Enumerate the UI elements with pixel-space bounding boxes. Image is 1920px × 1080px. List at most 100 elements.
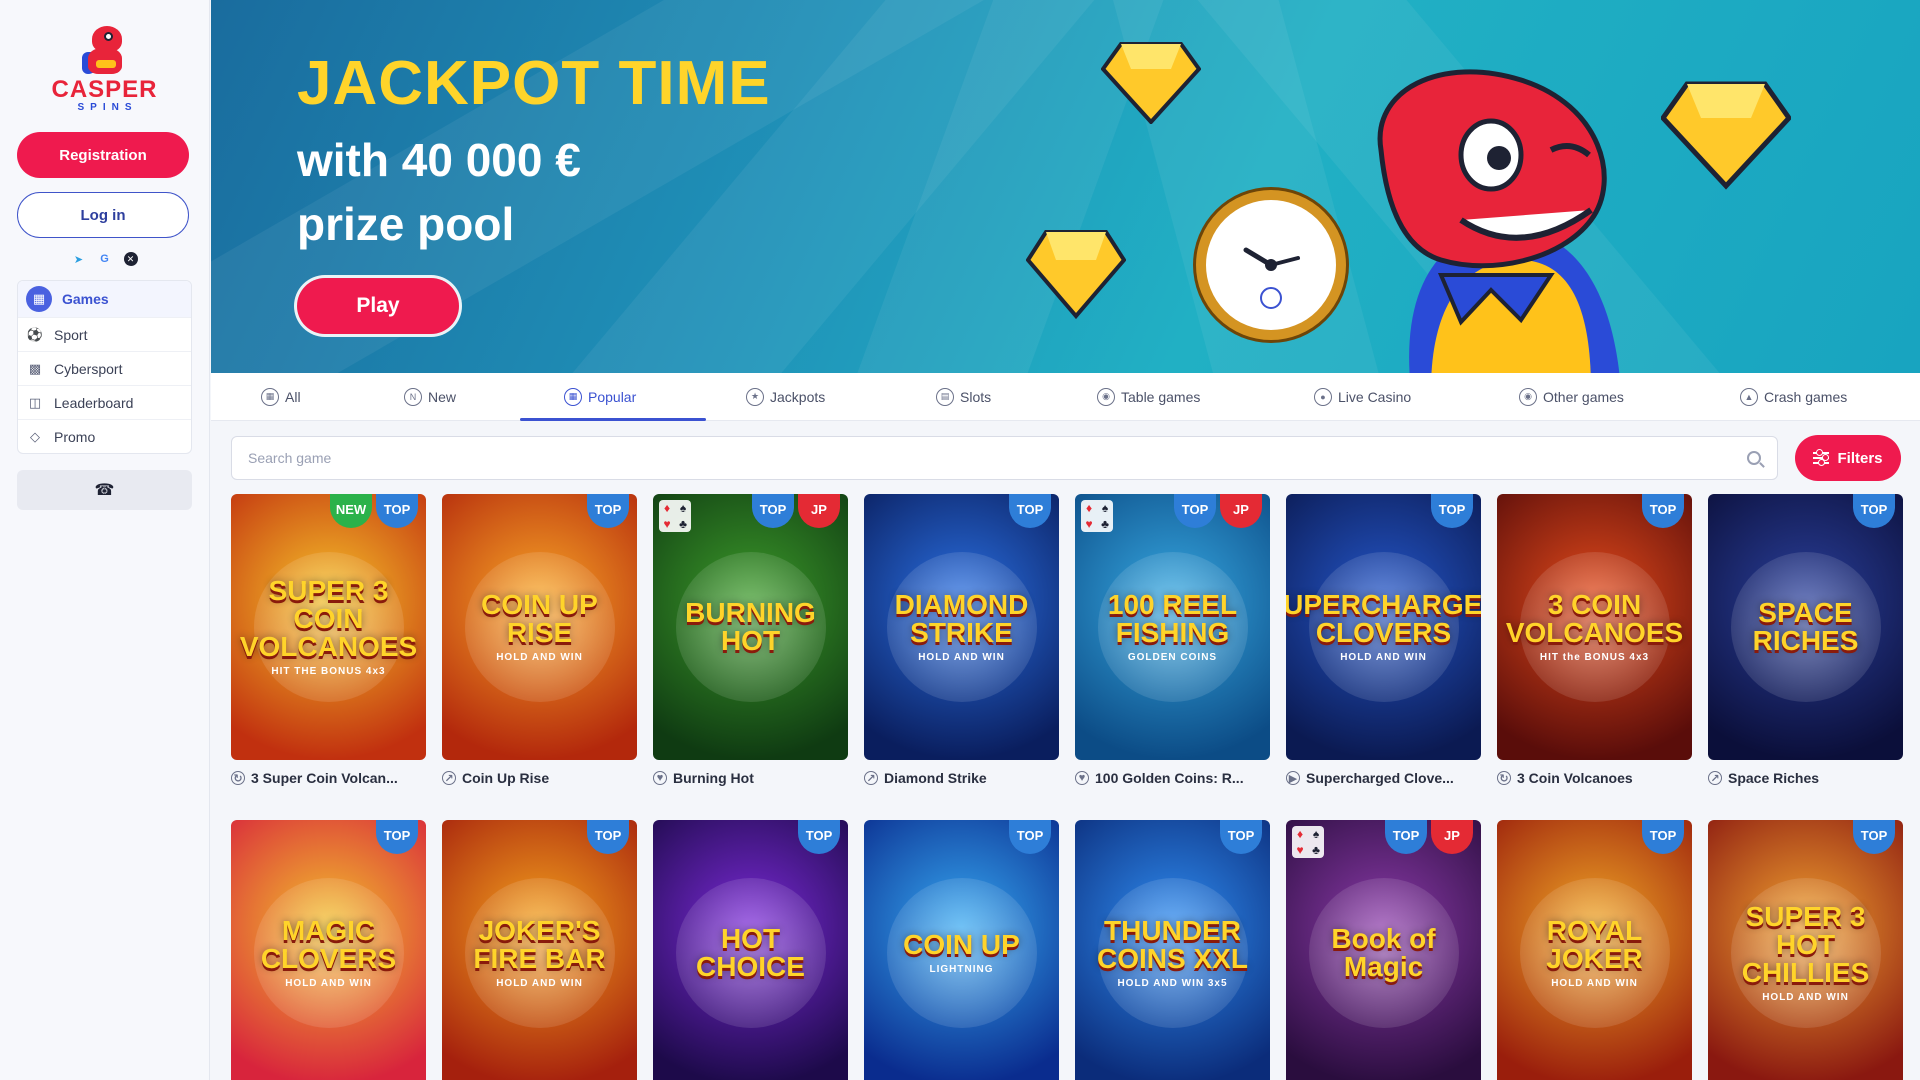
sidebar-item-cybersport[interactable]: ▩ Cybersport xyxy=(18,351,191,385)
badges: TOP xyxy=(1220,820,1262,854)
provider-icon: ↻ xyxy=(1497,771,1511,785)
diamond-icon: ◇ xyxy=(30,428,40,444)
game-thumbnail[interactable]: 100 REEL FISHING GOLDEN COINS ♦ ♠ ♥ ♣ TOP JP xyxy=(1075,494,1270,760)
game-thumbnail[interactable]: SUPER 3 COIN VOLCANOES HIT THE BONUS 4x3 N… xyxy=(231,494,426,760)
game-label[interactable]: ↻ 3 Coin Volcanoes xyxy=(1497,768,1692,788)
game-thumbnail[interactable]: JOKER'S FIRE BAR HOLD AND WIN TOP xyxy=(442,820,637,1080)
game-thumbnail[interactable]: HOT CHOICE TOP xyxy=(653,820,848,1080)
provider-icon: ♥ xyxy=(1075,771,1089,785)
tab-table-games[interactable]: ◉ Table games xyxy=(1097,373,1200,421)
top-badge: TOP xyxy=(1385,820,1427,854)
jackpot-banner[interactable]: JACKPOT TIME with 40 000 € prize pool Pl… xyxy=(211,0,1920,373)
game-label[interactable]: ↗ Space Riches xyxy=(1708,768,1903,788)
game-thumbnail[interactable]: 3 COIN VOLCANOES HIT the BONUS 4x3 TOP xyxy=(1497,494,1692,760)
tab-live-casino[interactable]: ● Live Casino xyxy=(1314,373,1411,421)
game-label[interactable]: ♥ Burning Hot xyxy=(653,768,848,788)
top-badge: TOP xyxy=(1853,820,1895,854)
search-icon[interactable] xyxy=(1747,451,1761,465)
x-icon[interactable]: ✕ xyxy=(123,252,138,266)
game-card[interactable]: COIN UP LIGHTNING TOP xyxy=(864,820,1059,1080)
banner-subtitle: with 40 000 € prize pool xyxy=(297,128,581,256)
game-thumbnail[interactable]: COIN UP RISE HOLD AND WIN TOP xyxy=(442,494,637,760)
provider-icon: ▶ xyxy=(1286,771,1300,785)
game-art-title: SUPERCHARGED CLOVERSHOLD AND WIN xyxy=(1286,591,1481,663)
new-badge: NEW xyxy=(330,494,372,528)
sidebar-item-leaderboard[interactable]: ◫ Leaderboard xyxy=(18,385,191,419)
game-art-title: JOKER'S FIRE BAR HOLD AND WIN xyxy=(442,917,637,989)
game-thumbnail[interactable]: THUNDER COINS XXL HOLD AND WIN 3x5 TOP xyxy=(1075,820,1270,1080)
tab-jackpots[interactable]: ★ Jackpots xyxy=(746,373,825,421)
tab-popular[interactable]: ▦ Popular xyxy=(519,373,707,421)
game-thumbnail[interactable]: COIN UP LIGHTNING TOP xyxy=(864,820,1059,1080)
game-card[interactable]: SUPERCHARGED CLOVERSHOLD AND WIN TOP ▶ Supe… xyxy=(1286,494,1481,788)
game-label[interactable]: ↗ Coin Up Rise xyxy=(442,768,637,788)
game-thumbnail[interactable]: SUPERCHARGED CLOVERSHOLD AND WIN TOP xyxy=(1286,494,1481,760)
game-art-subtitle: HIT THE BONUS 4x3 xyxy=(271,666,386,677)
sidebar-item-label: Games xyxy=(62,291,109,307)
game-thumbnail[interactable]: DIAMOND STRIKE HOLD AND WIN TOP xyxy=(864,494,1059,760)
sidebar-item-label: Sport xyxy=(54,326,88,343)
game-card[interactable]: COIN UP RISE HOLD AND WIN TOP ↗ Coin Up Rise xyxy=(442,494,637,788)
game-card[interactable]: Book of Magic ♦ ♠ ♥ ♣ TOP JP xyxy=(1286,820,1481,1080)
sidebar-item-games[interactable]: ▦ Games xyxy=(18,281,191,317)
game-thumbnail[interactable]: ROYAL JOKER HOLD AND WIN TOP xyxy=(1497,820,1692,1080)
tab-label: Other games xyxy=(1543,388,1624,405)
tab-crash-games[interactable]: ▲ Crash games xyxy=(1740,373,1847,421)
filters-button[interactable]: Filters xyxy=(1795,435,1901,481)
games-icon: ▦ xyxy=(26,286,52,312)
telegram-icon[interactable]: ➤ xyxy=(72,252,86,266)
login-button[interactable]: Log in xyxy=(17,192,189,238)
game-name: 3 Coin Volcanoes xyxy=(1517,770,1633,786)
game-card[interactable]: MAGIC CLOVERS HOLD AND WIN TOP xyxy=(231,820,426,1080)
tab-other-games[interactable]: ◉ Other games xyxy=(1519,373,1624,421)
game-thumbnail[interactable]: BURNING HOT ♦ ♠ ♥ ♣ TOP JP xyxy=(653,494,848,760)
game-art-subtitle: LIGHTNING xyxy=(929,964,994,975)
tab-new[interactable]: N New xyxy=(404,373,456,421)
game-card[interactable]: 3 COIN VOLCANOES HIT the BONUS 4x3 TOP ↻ 3 C… xyxy=(1497,494,1692,788)
game-card[interactable]: DIAMOND STRIKE HOLD AND WIN TOP ↗ Diamond St… xyxy=(864,494,1059,788)
game-card[interactable]: SUPER 3 HOT CHILLIES HOLD AND WIN TOP xyxy=(1708,820,1903,1080)
top-badge: TOP xyxy=(1220,820,1262,854)
top-badge: TOP xyxy=(587,820,629,854)
game-label[interactable]: ↻ 3 Super Coin Volcan... xyxy=(231,768,426,788)
game-card[interactable]: THUNDER COINS XXL HOLD AND WIN 3x5 TOP xyxy=(1075,820,1270,1080)
sidebar-item-sport[interactable]: ⚽ Sport xyxy=(18,317,191,351)
search-input[interactable] xyxy=(248,450,1747,466)
diamond-icon xyxy=(1026,230,1126,320)
game-art-title: COIN UP RISE HOLD AND WIN xyxy=(442,591,637,663)
game-card[interactable]: HOT CHOICE TOP xyxy=(653,820,848,1080)
game-label[interactable]: ↗ Diamond Strike xyxy=(864,768,1059,788)
ball-icon: ⚽ xyxy=(26,326,44,342)
game-thumbnail[interactable]: MAGIC CLOVERS HOLD AND WIN TOP xyxy=(231,820,426,1080)
tab-slots[interactable]: ▤ Slots xyxy=(936,373,991,421)
google-icon[interactable]: G xyxy=(98,252,112,266)
casper-spins-logo[interactable]: CASPER SPINS xyxy=(17,12,192,118)
badges: TOP xyxy=(1009,494,1051,528)
top-badge: TOP xyxy=(1853,494,1895,528)
game-thumbnail[interactable]: SUPER 3 HOT CHILLIES HOLD AND WIN TOP xyxy=(1708,820,1903,1080)
game-label[interactable]: ▶ Supercharged Clove... xyxy=(1286,768,1481,788)
registration-button[interactable]: Registration xyxy=(17,132,189,178)
sidebar-item-promo[interactable]: ◇ Promo xyxy=(18,419,191,453)
game-thumbnail[interactable]: SPACE RICHES TOP xyxy=(1708,494,1903,760)
game-card[interactable]: JOKER'S FIRE BAR HOLD AND WIN TOP xyxy=(442,820,637,1080)
badges: TOP JP xyxy=(1174,494,1262,528)
game-art-subtitle: HOLD AND WIN xyxy=(496,652,583,663)
tab-all[interactable]: ▦ All xyxy=(261,373,301,421)
game-art-subtitle: HOLD AND WIN xyxy=(1762,992,1849,1003)
game-card[interactable]: SPACE RICHES TOP ↗ Space Riches xyxy=(1708,494,1903,788)
game-art-subtitle: GOLDEN COINS xyxy=(1127,652,1218,663)
game-card[interactable]: BURNING HOT ♦ ♠ ♥ ♣ TOP JP ♥ Burning Hot xyxy=(653,494,848,788)
badges: TOP xyxy=(1853,494,1895,528)
game-card[interactable]: ROYAL JOKER HOLD AND WIN TOP xyxy=(1497,820,1692,1080)
game-thumbnail[interactable]: Book of Magic ♦ ♠ ♥ ♣ TOP JP xyxy=(1286,820,1481,1080)
game-name: 100 Golden Coins: R... xyxy=(1095,770,1244,786)
game-art-title: BURNING HOT xyxy=(685,597,816,656)
game-art-title: SUPER 3 COIN VOLCANOES HIT THE BONUS 4x3 xyxy=(239,575,418,677)
diamond-icon xyxy=(1661,81,1791,190)
game-card[interactable]: 100 REEL FISHING GOLDEN COINS ♦ ♠ ♥ ♣ TOP JP ♥ 10… xyxy=(1075,494,1270,788)
support-button[interactable]: ☎ xyxy=(17,470,192,510)
game-card[interactable]: SUPER 3 COIN VOLCANOES HIT THE BONUS 4x3 N… xyxy=(231,494,426,788)
banner-play-button[interactable]: Play xyxy=(297,278,459,334)
game-label[interactable]: ♥ 100 Golden Coins: R... xyxy=(1075,768,1270,788)
